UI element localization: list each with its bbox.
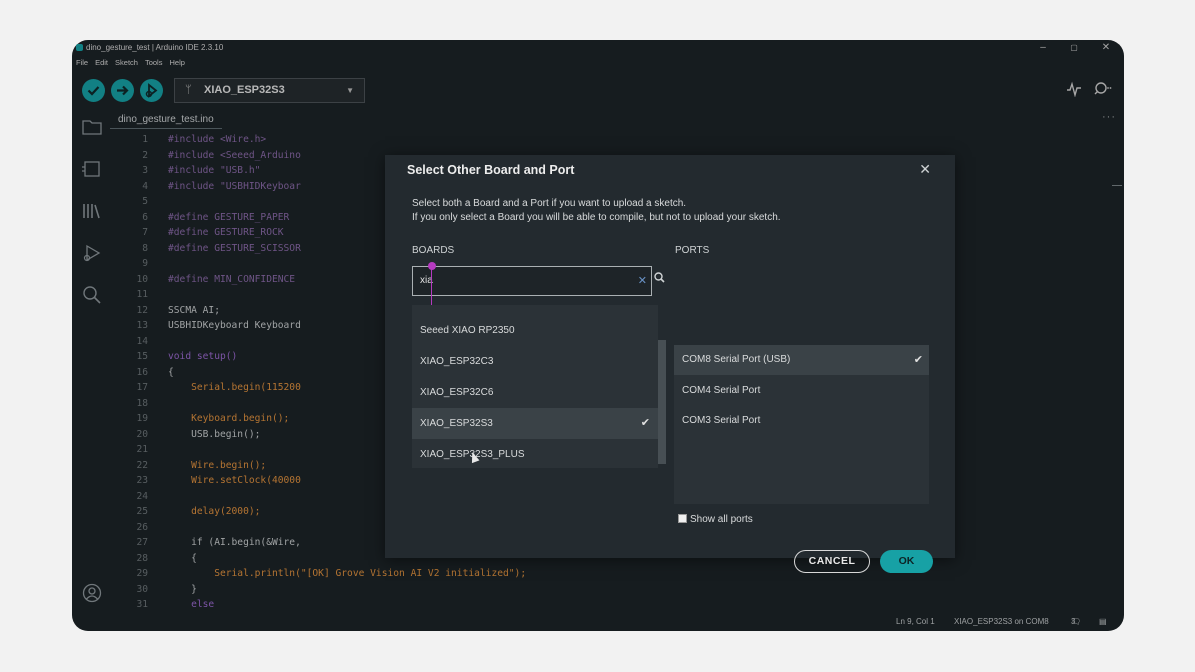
board-label: XIAO_ESP32S3 [420,418,493,429]
board-item-xiao-esp32c3[interactable]: XIAO_ESP32C3 [412,346,658,377]
ports-label: PORTS [675,245,710,256]
boards-scrollbar[interactable] [658,340,666,464]
arduino-ide-window: dino_gesture_test | Arduino IDE 2.3.10 –… [72,40,1124,631]
boards-label: BOARDS [412,245,455,256]
board-search-input[interactable]: xia ✕ [412,266,652,296]
board-label: Seeed XIAO RP2350 [420,325,515,336]
dialog-title: Select Other Board and Port [407,163,575,177]
board-label: XIAO_ESP32C3 [420,356,494,367]
board-item-xiao-esp32s3[interactable]: XIAO_ESP32S3 ✔ [412,408,658,439]
port-label: COM8 Serial Port (USB) [682,354,791,365]
port-label: COM4 Serial Port [682,385,761,396]
ok-button[interactable]: OK [880,550,933,573]
checkbox-icon[interactable] [678,514,687,523]
cancel-button[interactable]: CANCEL [794,550,870,573]
check-icon: ✔ [640,417,650,429]
ports-list: COM8 Serial Port (USB) ✔ COM4 Serial Port… [674,345,929,504]
board-item-seeed-xiao-rp2350[interactable]: Seeed XIAO RP2350 [412,315,658,346]
dialog-close-button[interactable]: ✕ [919,161,931,178]
text-cursor-top-handle [428,262,436,270]
port-item-com4[interactable]: COM4 Serial Port [674,376,929,406]
desc-line-2: If you only select a Board you will be a… [412,212,781,223]
desc-line-1: Select both a Board and a Port if you wa… [412,198,687,209]
select-board-dialog: Select Other Board and Port ✕ Select bot… [385,155,955,573]
boards-list: Seeed XIAO RP2350 XIAO_ESP32C3 XIAO_ESP3… [412,305,666,509]
show-all-ports-label: Show all ports [690,514,753,525]
search-icon[interactable] [652,266,666,296]
board-item-xiao-esp32s3-plus[interactable]: XIAO_ESP32S3_PLUS [412,439,658,470]
dialog-description: Select both a Board and a Port if you wa… [412,197,781,225]
check-icon: ✔ [913,354,923,366]
board-item-xiao-esp32c6[interactable]: XIAO_ESP32C6 [412,377,658,408]
board-label: XIAO_ESP32C6 [420,387,494,398]
port-item-com3[interactable]: COM3 Serial Port [674,406,929,436]
port-label: COM3 Serial Port [682,415,761,426]
show-all-ports-checkbox[interactable]: Show all ports [678,514,753,525]
clear-icon[interactable]: ✕ [638,267,647,295]
port-item-com8[interactable]: COM8 Serial Port (USB) ✔ [674,345,929,375]
